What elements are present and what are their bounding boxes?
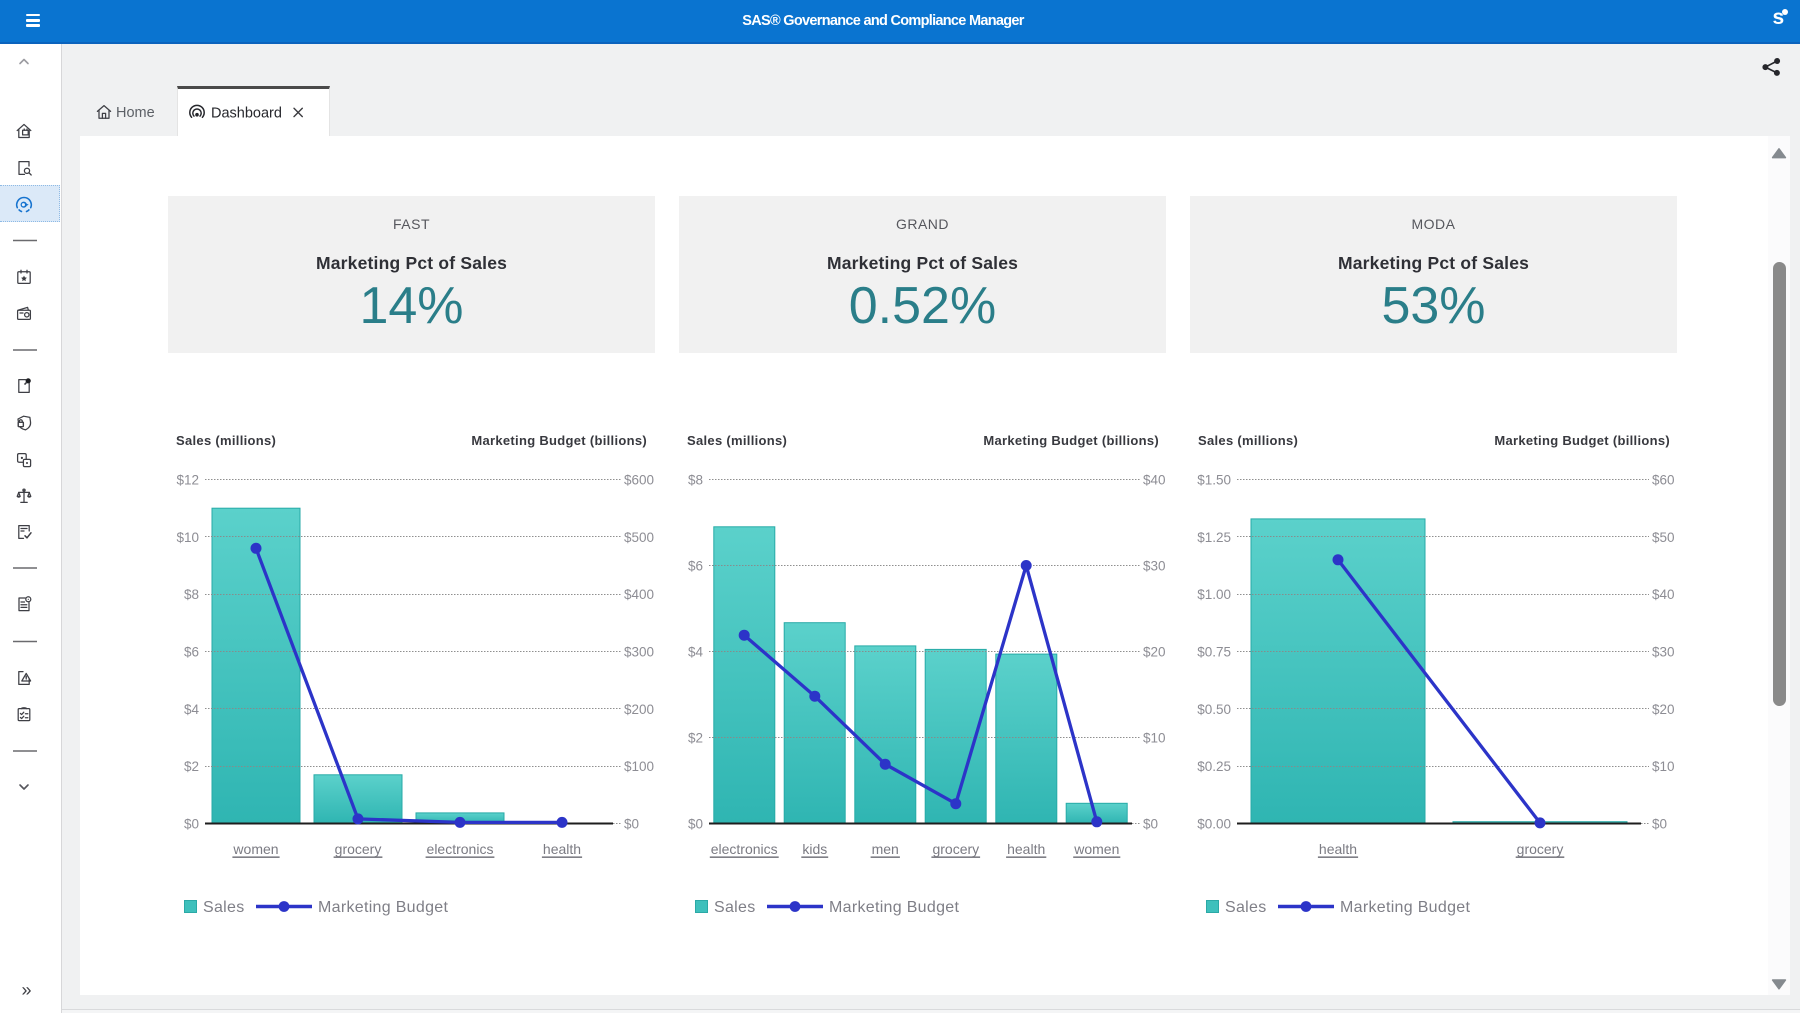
svg-text:Dashboard: Dashboard [211, 106, 282, 122]
svg-text:Home: Home [116, 105, 155, 121]
svg-text:»: » [22, 980, 32, 1000]
